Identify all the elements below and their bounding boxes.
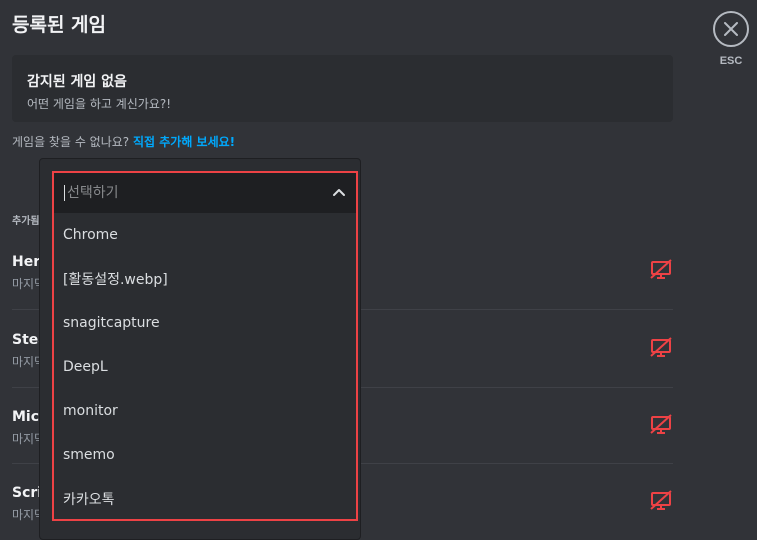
select-option[interactable]: smemo [54,433,356,477]
overlay-off-icon[interactable] [649,336,673,360]
select-header[interactable] [54,173,356,213]
esc-label: ESC [719,55,743,67]
overlay-off-icon[interactable] [649,413,673,437]
not-found-line: 게임을 찾을 수 없나요? 직접 추가해 보세요! [12,133,235,150]
select-option[interactable]: snagitcapture [54,301,356,345]
close-area: ESC [712,11,750,67]
add-game-link[interactable]: 직접 추가해 보세요! [133,135,235,149]
no-game-card: 감지된 게임 없음 어떤 게임을 하고 계신가요?! [12,55,673,122]
select-option[interactable]: [활동설정.webp] [54,257,356,301]
select-option[interactable]: Chrome [54,213,356,257]
not-found-text: 게임을 찾을 수 없나요? [12,135,133,149]
select-input[interactable] [64,185,332,201]
select-option[interactable]: monitor [54,389,356,433]
select-option[interactable]: DeepL [54,345,356,389]
section-label: 추가됨 [12,216,40,227]
select-option[interactable]: 카카오톡 [54,477,356,519]
game-select-dropdown: Chrome [활동설정.webp] snagitcapture DeepL m… [52,171,358,521]
overlay-off-icon[interactable] [649,489,673,513]
no-game-subtitle: 어떤 게임을 하고 계신가요?! [27,97,172,111]
scrollbar[interactable] [348,213,356,519]
page-title: 등록된 게임 [12,14,107,36]
no-game-title: 감지된 게임 없음 [27,74,127,90]
overlay-off-icon[interactable] [649,258,673,282]
chevron-up-icon[interactable] [332,186,346,200]
close-icon [724,22,738,36]
close-button[interactable] [713,11,749,47]
